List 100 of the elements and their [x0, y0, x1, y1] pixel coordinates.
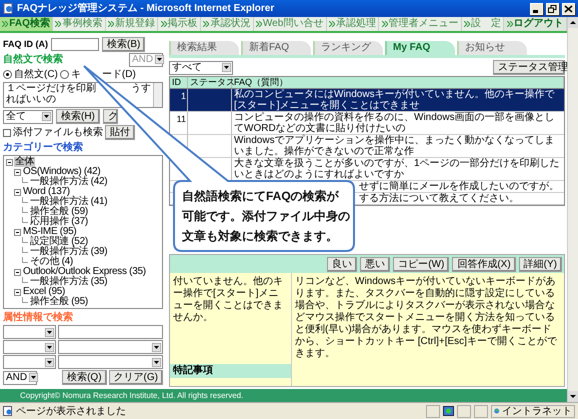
- maximize-button[interactable]: [546, 2, 559, 14]
- table-cell[interactable]: する方法について教えてください。: [359, 193, 519, 204]
- copyright-text: Copyright© Nomura Research Institute, Ltd. All rights reserved.: [20, 390, 244, 402]
- action-button[interactable]: コピー(W): [393, 256, 450, 272]
- collapse-icon[interactable]: [14, 268, 21, 276]
- scroll-down-icon[interactable]: [568, 391, 578, 402]
- dropdown-arrow-icon: [155, 55, 164, 64]
- attribute-dropdown[interactable]: [3, 340, 56, 354]
- search-button[interactable]: 検索(B): [102, 37, 146, 52]
- attribute-field[interactable]: [58, 325, 163, 339]
- nav-tab[interactable]: 管理者メニュー: [379, 17, 462, 31]
- tab[interactable]: ランキング: [313, 41, 383, 55]
- value-dropdown[interactable]: [58, 355, 163, 369]
- tree-item[interactable]: 操作全般 (95): [29, 297, 89, 307]
- table-cell[interactable]: せずに簡単にメールを作成したいのですが。: [359, 181, 559, 192]
- tab[interactable]: 新着FAQ: [241, 41, 311, 55]
- close-button[interactable]: [562, 2, 575, 14]
- dropdown-arrow-icon: [45, 342, 54, 352]
- action-button[interactable]: 悪い: [360, 256, 390, 272]
- radio-button[interactable]: [3, 70, 12, 79]
- tree-item[interactable]: 応用操作 (37): [29, 217, 89, 227]
- chevron-icon: [506, 21, 513, 27]
- faq-id-field[interactable]: [51, 38, 99, 51]
- field-label: FAQ ID (A): [3, 38, 48, 51]
- tab[interactable]: My FAQ: [385, 41, 455, 55]
- scope-dropdown[interactable]: 全て: [3, 110, 53, 124]
- nav-tab[interactable]: FAQ検索: [0, 17, 54, 31]
- action-button[interactable]: 良い: [327, 256, 358, 272]
- column-header: ID: [170, 77, 188, 88]
- attribute-dropdown[interactable]: [3, 355, 56, 369]
- attribute-dropdown[interactable]: [3, 325, 56, 339]
- table-cell[interactable]: Windowsでアプリケーションを操作中に、まったく動かなくなってしまいました。操作ができないので正常な作: [234, 135, 562, 157]
- status-manage-button[interactable]: ステータス管理: [493, 60, 565, 75]
- scroll-up-icon[interactable]: [568, 17, 578, 28]
- question-text: 付いていません。他のキー操作で[スタート]メニューを開くことはできませんか。: [172, 275, 284, 324]
- table-cell: 11: [176, 114, 186, 124]
- maximize-icon: [548, 4, 557, 12]
- nav-tab[interactable]: Web問い合せ: [254, 17, 327, 31]
- nav-tab[interactable]: 承認処理: [326, 17, 380, 31]
- clear-button[interactable]: ク: [102, 109, 118, 124]
- tree-item[interactable]: Excel (95): [22, 287, 66, 297]
- browser-icon: [3, 3, 14, 14]
- tab[interactable]: 検索結果: [169, 41, 239, 55]
- tree-item[interactable]: 一般操作方法 (41): [29, 197, 108, 207]
- scrollbar[interactable]: [567, 17, 578, 402]
- radio-button[interactable]: [60, 70, 69, 79]
- chevron-icon: [464, 21, 470, 27]
- collapse-icon[interactable]: [6, 158, 13, 166]
- chevron-icon: [382, 21, 388, 27]
- table-cell[interactable]: 私のコンピュータにはWindowsキーが付いていません。他のキー操作で[スタート]メニューを開くことはできませ: [234, 89, 562, 111]
- filter-dropdown[interactable]: すべて: [169, 60, 233, 74]
- tree-item[interactable]: MS-IME (95): [22, 227, 78, 237]
- chevron-icon: [328, 21, 335, 27]
- dropdown-arrow-icon: [152, 358, 161, 366]
- search-button[interactable]: 検索(Q): [62, 370, 107, 385]
- search-button[interactable]: 検索(H): [56, 109, 100, 124]
- tree-item[interactable]: Outlook/Outlook Express (35): [22, 267, 147, 277]
- tree-item[interactable]: 一般操作方法 (42): [29, 177, 108, 187]
- tab[interactable]: お知らせ: [457, 41, 527, 55]
- dropdown-arrow-icon: [45, 358, 54, 366]
- collapse-icon[interactable]: [14, 288, 21, 296]
- tree-item[interactable]: 一般操作方法 (35): [29, 277, 108, 287]
- tree-connector: [22, 177, 28, 183]
- nav-tab[interactable]: 事例検索: [53, 17, 106, 31]
- section-heading: カテゴリーで検索: [3, 142, 83, 154]
- nav-tab[interactable]: 掲示板: [158, 17, 201, 31]
- table-cell[interactable]: コンピュータの操作の資料を作るのに、Windows画面の一部を画像としてWORDなどの文書に貼り付けたいの: [234, 112, 562, 134]
- tree-item[interactable]: 全体: [14, 157, 36, 167]
- action-button[interactable]: 回答作成(X): [452, 256, 516, 272]
- tree-item[interactable]: OS(Windows) (42): [22, 167, 102, 177]
- tree-item[interactable]: 一般操作方法 (39): [29, 247, 108, 257]
- checkbox[interactable]: [3, 128, 11, 136]
- nav-tab[interactable]: ログアウト: [504, 17, 568, 31]
- table-cell[interactable]: 大きな文章を扱うことが多いのですが、1ページの一部分だけを印刷したいときはどのようにすればよいですか: [234, 158, 562, 180]
- window-title: FAQナレッジ管理システム - Microsoft Internet Explorer: [17, 2, 276, 16]
- table-cell: 1: [180, 91, 186, 101]
- collapse-icon[interactable]: [14, 228, 21, 236]
- nav-tab[interactable]: 承認状況: [201, 17, 254, 31]
- paste-search-button[interactable]: 貼付: [105, 125, 135, 140]
- value-dropdown[interactable]: [58, 340, 163, 354]
- nav-tab[interactable]: 新規登録: [106, 17, 158, 31]
- collapse-icon[interactable]: [14, 168, 21, 176]
- tree-item[interactable]: Word (137): [22, 187, 71, 197]
- action-button[interactable]: 詳細(Y): [518, 256, 562, 272]
- dropdown-arrow-icon: [152, 342, 161, 352]
- clear-button[interactable]: クリア(G): [108, 370, 163, 385]
- operator-dropdown[interactable]: AND: [3, 370, 37, 384]
- tree-connector: [22, 277, 28, 283]
- tree-item[interactable]: その他 (4): [29, 257, 74, 267]
- column-header: ステータス: [188, 77, 232, 88]
- collapse-icon[interactable]: [14, 188, 21, 196]
- answer-text: リコンなど、Windowsキーが付いていないキーボードがあります。また、タスクバーを自動的に隠す設定にしている場合や、トラブルによりタスクバーが表示されない場合などマウス操作でスタートメニューを開く方法を知っていると便利(早い)場合があります。マウスを使わずキーボードから、ショートカットキー [Ctrl]+[Esc]キーで開くことができます。: [294, 275, 558, 361]
- tree-item[interactable]: 操作全般 (59): [29, 207, 89, 217]
- query-textarea[interactable]: １ページだけを印刷 うす ればいいの: [3, 82, 163, 108]
- minimize-button[interactable]: [530, 2, 543, 14]
- chevron-icon: [160, 21, 167, 27]
- notes-label: 特記事項: [170, 364, 291, 378]
- tree-item[interactable]: 設定関連 (52): [29, 237, 89, 247]
- zone-text: イントラネット: [502, 404, 572, 418]
- dropdown-arrow-icon: [45, 328, 54, 336]
